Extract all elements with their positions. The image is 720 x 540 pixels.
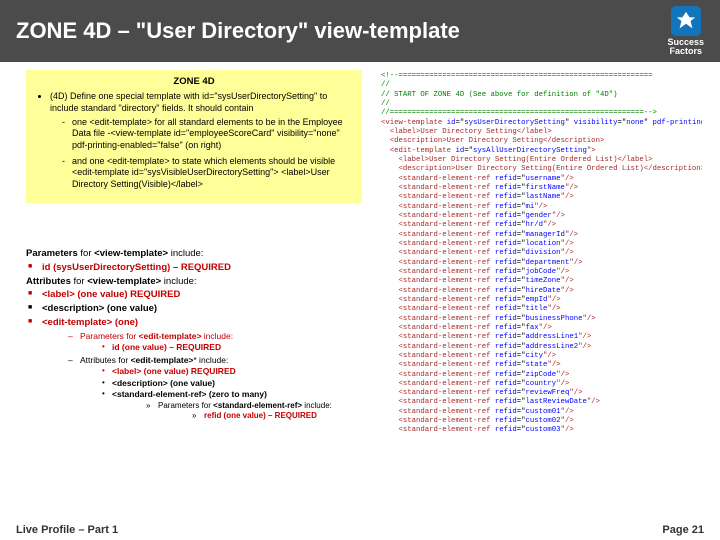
edit-attrs: Attributes for <edit-template>* include:…	[68, 355, 362, 422]
params-section: Parameters for <view-template> include: …	[26, 248, 362, 423]
logo: Success Factors	[667, 6, 704, 57]
xml-code-snippet: <!--====================================…	[378, 70, 702, 516]
edit-params: Parameters for <edit-template> include: …	[68, 331, 362, 354]
footer-left: Live Profile – Part 1	[16, 524, 118, 536]
slide-title: ZONE 4D – "User Directory" view-template	[16, 18, 667, 44]
zone4d-intro: (4D) Define one special template with id…	[50, 91, 352, 114]
logo-text-2: Factors	[669, 47, 702, 56]
params-line-1: Parameters for <view-template> include:	[26, 248, 362, 261]
param-id: id (sysUserDirectorySetting) – REQUIRED	[42, 262, 231, 273]
attr-label: <label> (one value) REQUIRED	[42, 289, 180, 300]
attr-description: <description> (one value)	[42, 303, 157, 314]
footer-right: Page 21	[662, 524, 704, 536]
logo-icon	[671, 6, 701, 36]
slide-body: ZONE 4D (4D) Define one special template…	[0, 62, 720, 520]
zone4d-title: ZONE 4D	[36, 76, 352, 88]
attr-edit-template: <edit-template> (one)	[42, 317, 138, 328]
zone4d-item-2: and one <edit-template> to state which e…	[62, 156, 352, 191]
params-line-2: Attributes for <view-template> include:	[26, 276, 362, 289]
footer: Live Profile – Part 1 Page 21	[0, 520, 720, 540]
title-bar: ZONE 4D – "User Directory" view-template…	[0, 0, 720, 62]
slide: ZONE 4D – "User Directory" view-template…	[0, 0, 720, 540]
zone4d-box: ZONE 4D (4D) Define one special template…	[26, 70, 362, 203]
zone4d-item-1: one <edit-template> for all standard ele…	[62, 117, 352, 152]
